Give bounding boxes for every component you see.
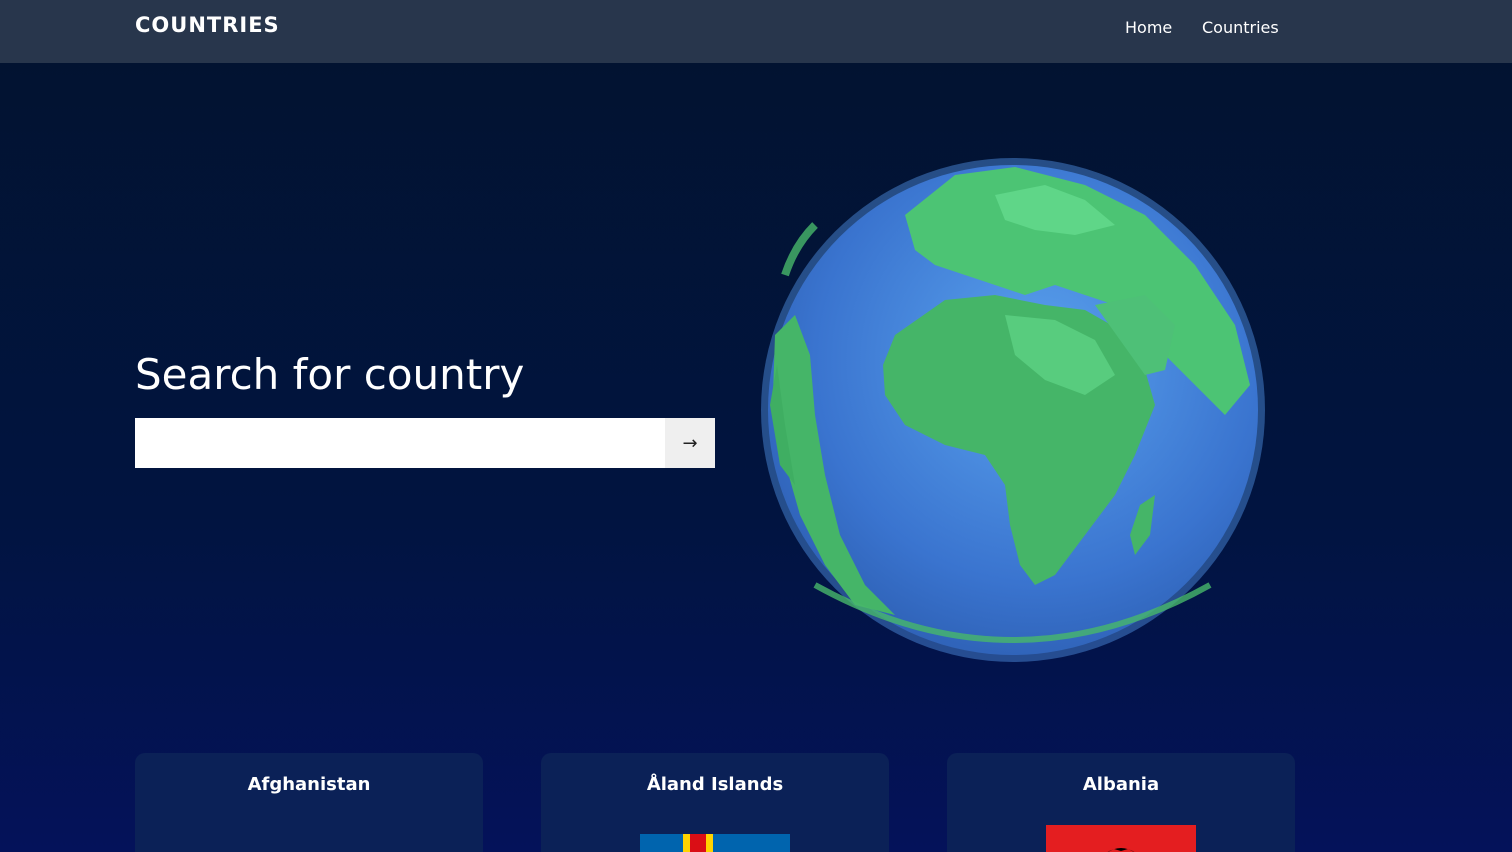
brand-logo-link[interactable]: COUNTRIES — [135, 13, 280, 37]
globe-icon — [761, 158, 1265, 662]
country-name: Åland Islands — [646, 774, 784, 795]
country-search-input[interactable] — [135, 418, 665, 468]
albania-flag-icon — [1046, 825, 1196, 852]
country-name: Afghanistan — [247, 774, 371, 795]
aland-flag-icon — [640, 834, 790, 852]
country-card[interactable]: Åland Islands — [541, 753, 889, 852]
hero-title: Search for country — [135, 350, 525, 399]
nav-link-countries[interactable]: Countries — [1202, 18, 1279, 37]
country-card[interactable]: Afghanistan — [135, 753, 483, 852]
country-card[interactable]: Albania — [947, 753, 1295, 852]
country-name: Albania — [1082, 774, 1160, 795]
nav-link-home[interactable]: Home — [1125, 18, 1172, 37]
top-navbar: COUNTRIES Home Countries — [0, 0, 1512, 63]
search-submit-button[interactable]: → — [665, 418, 715, 468]
search-bar: → — [135, 418, 715, 468]
